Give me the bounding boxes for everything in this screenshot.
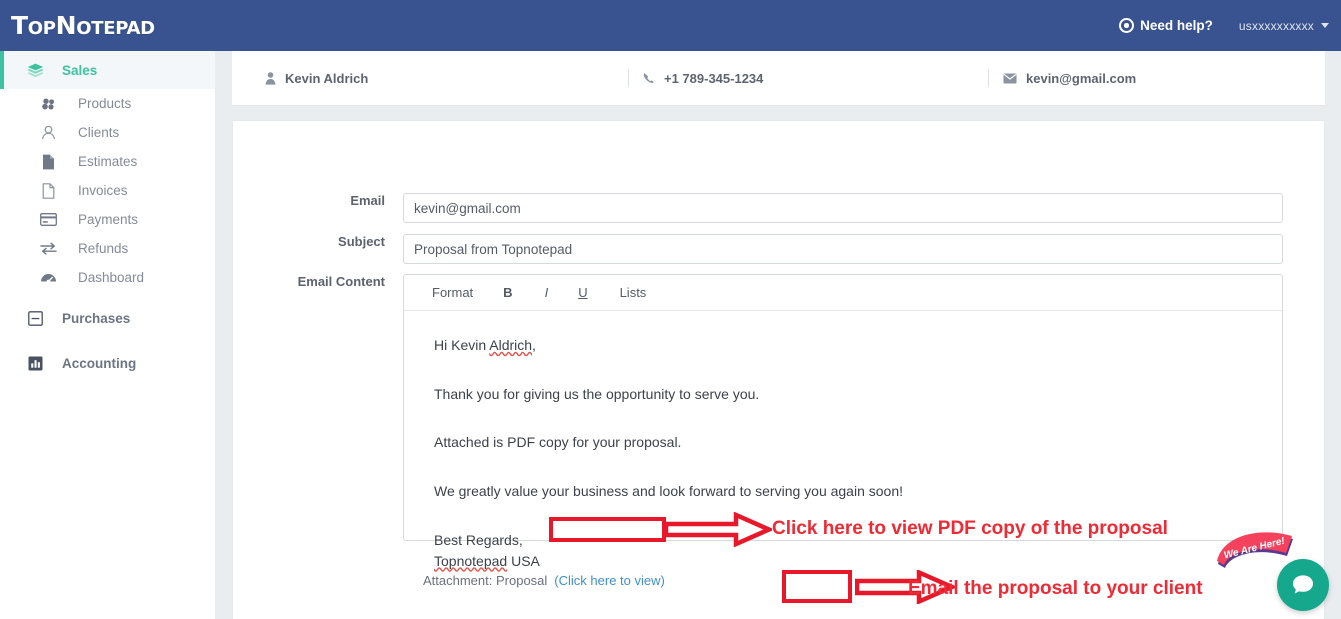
top-header-bar: TopNotepad Need help? usxxxxxxxxxx [0, 0, 1341, 51]
bold-button[interactable]: B [503, 285, 512, 300]
sidebar-item-label: Sales [62, 62, 98, 78]
email-line-4: We greatly value your business and look … [434, 483, 904, 500]
sidebar-item-label: Refunds [78, 241, 129, 256]
email-content-label: Email Content [297, 274, 385, 289]
subject-field-row: Subject [233, 234, 1283, 264]
signoff-line: Best Regards, [434, 531, 523, 548]
sidebar-item-label: Dashboard [78, 270, 145, 285]
need-help-label: Need help? [1140, 18, 1213, 33]
app-root: TopNotepad Need help? usxxxxxxxxxx Sales [0, 0, 1341, 619]
email-label: Email [350, 193, 385, 208]
user-account-menu[interactable]: usxxxxxxxxxx [1239, 19, 1329, 33]
greeting-prefix: Hi Kevin [434, 337, 490, 353]
sidebar-item-purchases[interactable]: Purchases [0, 299, 215, 337]
contact-phone: +1 789-345-1234 [628, 69, 763, 87]
sidebar-item-products[interactable]: Products [0, 89, 215, 118]
email-line-3: Attached is PDF copy for your proposal. [434, 434, 682, 451]
sidebar-item-refunds[interactable]: Refunds [0, 234, 215, 263]
italic-button[interactable]: I [545, 285, 549, 300]
person-icon [265, 71, 276, 85]
chat-bubble-icon [1293, 575, 1313, 594]
document-filled-icon [40, 154, 57, 170]
signoff-company-suffix: USA [507, 552, 540, 569]
lifebuoy-icon [1119, 18, 1135, 33]
email-greeting: Hi Kevin Aldrich, [434, 335, 1260, 357]
sidebar-item-accounting[interactable]: Accounting [0, 344, 215, 382]
lists-button[interactable]: Lists [620, 285, 647, 300]
contact-email: kevin@gmail.com [988, 69, 1136, 87]
attachment-label: Attachment: Proposal [423, 573, 548, 588]
header-right-group: Need help? usxxxxxxxxxx [1119, 0, 1329, 51]
exchange-arrows-icon [40, 242, 57, 255]
bar-chart-icon [26, 356, 44, 371]
chat-launcher-button[interactable] [1277, 559, 1329, 611]
sidebar-item-label: Payments [78, 212, 139, 227]
minus-box-icon [26, 310, 44, 326]
attachment-view-link[interactable]: (Click here to view) [551, 571, 668, 590]
send-annotation-text: Email the proposal to your client [908, 578, 1203, 599]
sidebar-item-label: Invoices [78, 183, 128, 198]
credit-card-icon [40, 213, 57, 226]
email-field-row: Email [233, 193, 1283, 223]
format-menu-button[interactable]: Format [432, 285, 473, 300]
client-contact-bar: Kevin Aldrich +1 789-345-1234 kevin@gmai… [232, 51, 1325, 106]
subject-label: Subject [338, 234, 385, 249]
email-content-row: Email Content Format B I U Lists Hi Kevi… [233, 274, 1283, 569]
sidebar-item-sales[interactable]: Sales [0, 51, 215, 89]
sidebar-item-estimates[interactable]: Estimates [0, 147, 215, 176]
layers-icon [26, 63, 44, 78]
underline-button[interactable]: U [578, 285, 587, 300]
sidebar-item-label: Clients [78, 125, 120, 140]
attachment-annotation-text: Click here to view PDF copy of the propo… [772, 518, 1168, 539]
user-icon [40, 125, 57, 140]
contact-name-value: Kevin Aldrich [285, 70, 369, 86]
app-logo[interactable]: TopNotepad [11, 13, 155, 38]
chevron-down-icon [1321, 23, 1329, 28]
contact-phone-value: +1 789-345-1234 [664, 70, 764, 86]
user-account-label: usxxxxxxxxxx [1238, 18, 1314, 33]
envelope-icon [1003, 73, 1017, 84]
document-outline-icon [40, 182, 57, 199]
sidebar-item-label: Estimates [78, 154, 138, 169]
contact-name: Kevin Aldrich [265, 71, 368, 86]
editor-content[interactable]: Hi Kevin Aldrich, Thank you for giving u… [404, 311, 1282, 569]
sidebar-item-label: Accounting [62, 355, 137, 371]
subject-input[interactable] [403, 234, 1283, 264]
email-line-2: Thank you for giving us the opportunity … [434, 385, 760, 402]
left-gutter [215, 51, 232, 619]
greeting-name: Aldrich [489, 337, 533, 353]
rich-text-editor: Format B I U Lists Hi Kevin Aldrich, Tha… [403, 274, 1283, 569]
sidebar-item-clients[interactable]: Clients [0, 118, 215, 147]
sidebar-item-label: Products [78, 96, 132, 111]
email-input[interactable] [403, 193, 1283, 223]
contact-email-value: kevin@gmail.com [1026, 70, 1137, 86]
sidebar-item-invoices[interactable]: Invoices [0, 176, 215, 205]
email-compose-card: Email Subject Email Content Format B I U… [232, 120, 1325, 619]
right-gutter [1325, 51, 1341, 619]
gauge-icon [40, 271, 57, 285]
signoff-company: Topnotepad [434, 552, 508, 569]
editor-toolbar: Format B I U Lists [404, 275, 1282, 311]
greeting-suffix: , [532, 337, 536, 353]
cubes-icon [40, 97, 57, 111]
need-help-button[interactable]: Need help? [1119, 18, 1213, 33]
sidebar-item-payments[interactable]: Payments [0, 205, 215, 234]
attachment-row: Attachment: Proposal (Click here to view… [423, 571, 668, 590]
sidebar: Sales Products Clients Estimates Invoice… [0, 51, 215, 619]
sidebar-item-label: Purchases [62, 310, 131, 326]
sidebar-item-dashboard[interactable]: Dashboard [0, 263, 215, 292]
phone-icon [643, 72, 655, 84]
